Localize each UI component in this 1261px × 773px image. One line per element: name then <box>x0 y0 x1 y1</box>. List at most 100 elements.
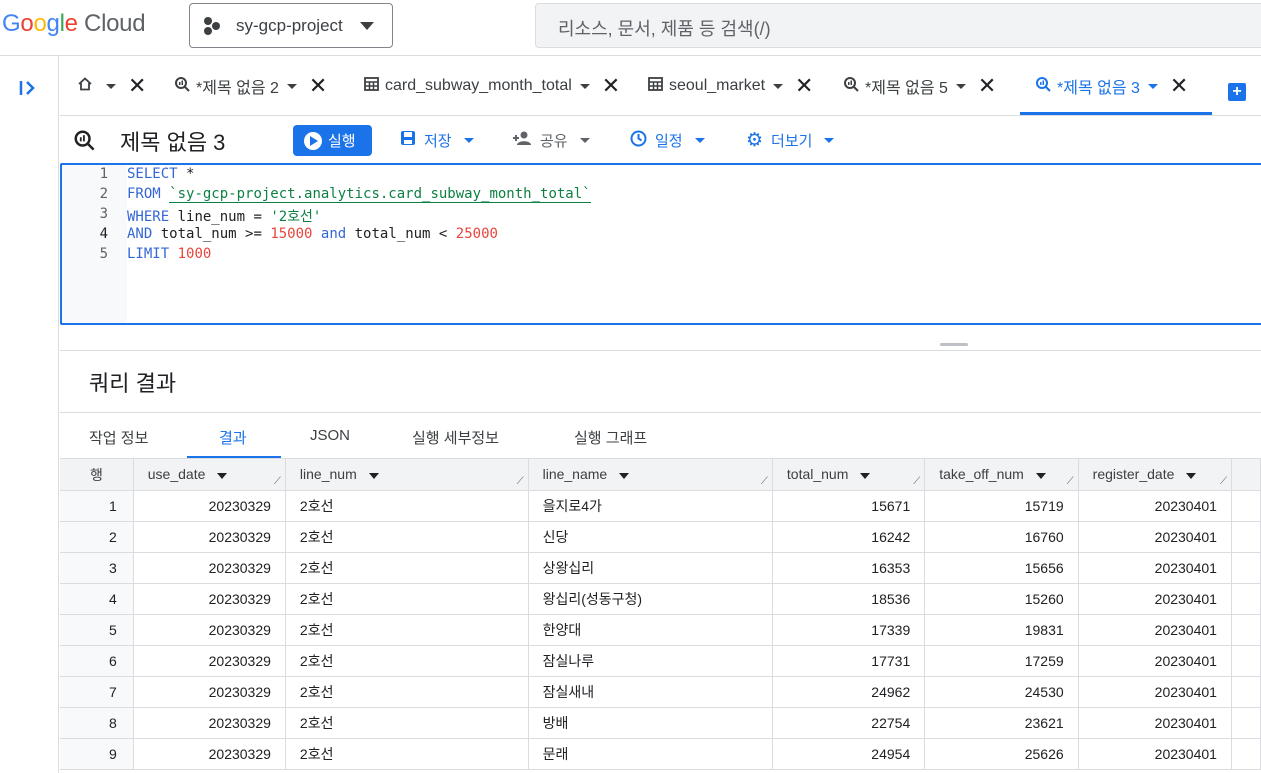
tab-execution-details[interactable]: 실행 세부정보 <box>412 427 499 448</box>
cell-register-date[interactable]: 20230401 <box>1078 552 1232 584</box>
more-button[interactable]: ⚙ 더보기 <box>746 125 835 156</box>
cell-register-date[interactable]: 20230401 <box>1078 707 1232 739</box>
table-row[interactable]: 7 20230329 2호선 잠실새내 24962 24530 20230401 <box>60 676 1261 708</box>
column-header-register-date[interactable]: register_date ⟋ <box>1078 459 1232 491</box>
resize-handle-icon[interactable]: ⟋ <box>517 476 524 487</box>
chevron-down-icon[interactable] <box>1186 472 1197 479</box>
cell-register-date[interactable]: 20230401 <box>1078 738 1232 770</box>
run-button[interactable]: 실행 <box>293 125 372 156</box>
table-row[interactable]: 5 20230329 2호선 한양대 17339 19831 20230401 <box>60 614 1261 646</box>
google-cloud-logo[interactable]: Google Cloud <box>2 10 146 38</box>
drag-handle[interactable] <box>940 343 968 346</box>
cell-use-date[interactable]: 20230329 <box>133 583 286 615</box>
cell-line-name[interactable]: 문래 <box>528 738 773 770</box>
table-row[interactable]: 4 20230329 2호선 왕십리(성동구청) 18536 15260 20230401 <box>60 583 1261 615</box>
cell-take-off-num[interactable]: 17259 <box>924 645 1079 677</box>
table-row[interactable]: 9 20230329 2호선 문래 24954 25626 20230401 <box>60 738 1261 770</box>
close-icon[interactable]: ✕ <box>978 75 996 97</box>
save-button[interactable]: 저장 <box>400 125 474 156</box>
project-selector[interactable]: sy-gcp-project <box>189 3 393 48</box>
cell-line-name[interactable]: 잠실나루 <box>528 645 773 677</box>
cell-take-off-num[interactable]: 24530 <box>924 676 1079 708</box>
tab-query-3[interactable]: *제목 없음 3 ✕ <box>1035 56 1188 116</box>
chevron-down-icon[interactable] <box>860 472 871 479</box>
resize-handle-icon[interactable]: ⟋ <box>274 476 281 487</box>
search-input[interactable]: 리소스, 문서, 제품 등 검색(/) <box>535 3 1261 48</box>
cell-line-name[interactable]: 왕십리(성동구청) <box>528 583 773 615</box>
query-title[interactable]: 제목 없음 3 <box>120 125 225 157</box>
tab-json[interactable]: JSON <box>310 427 350 444</box>
cell-register-date[interactable]: 20230401 <box>1078 490 1232 522</box>
cell-total-num[interactable]: 16353 <box>772 552 926 584</box>
cell-register-date[interactable]: 20230401 <box>1078 583 1232 615</box>
tab-card-subway-month-total[interactable]: card_subway_month_total ✕ <box>364 56 620 116</box>
chevron-down-icon[interactable] <box>1035 472 1046 479</box>
cell-total-num[interactable]: 17731 <box>772 645 926 677</box>
cell-use-date[interactable]: 20230329 <box>133 645 286 677</box>
sql-editor[interactable]: 1 2 3 4 5 SELECT * FROM `sy-gcp-project.… <box>60 163 1261 325</box>
cell-line-num[interactable]: 2호선 <box>285 645 529 677</box>
resize-splitter[interactable] <box>60 326 1261 351</box>
close-icon[interactable]: ✕ <box>602 75 620 97</box>
column-header-use-date[interactable]: use_date ⟋ <box>133 459 286 491</box>
cell-line-name[interactable]: 을지로4가 <box>528 490 773 522</box>
cell-take-off-num[interactable]: 23621 <box>924 707 1079 739</box>
resize-handle-icon[interactable]: ⟋ <box>1067 476 1074 487</box>
close-icon[interactable]: ✕ <box>309 75 327 97</box>
chevron-down-icon[interactable] <box>773 83 784 89</box>
cell-use-date[interactable]: 20230329 <box>133 676 286 708</box>
column-header-line-num[interactable]: line_num ⟋ <box>285 459 529 491</box>
cell-use-date[interactable]: 20230329 <box>133 490 286 522</box>
column-header-line-name[interactable]: line_name ⟋ <box>528 459 773 491</box>
cell-line-name[interactable]: 방배 <box>528 707 773 739</box>
cell-use-date[interactable]: 20230329 <box>133 738 286 770</box>
new-tab-icon[interactable]: + <box>1228 83 1246 101</box>
cell-line-num[interactable]: 2호선 <box>285 552 529 584</box>
cell-take-off-num[interactable]: 15260 <box>924 583 1079 615</box>
tab-results[interactable]: 결과 <box>219 427 247 448</box>
table-row[interactable]: 2 20230329 2호선 신당 16242 16760 20230401 <box>60 521 1261 553</box>
column-header-take-off-num[interactable]: take_off_num ⟋ <box>924 459 1079 491</box>
cell-use-date[interactable]: 20230329 <box>133 614 286 646</box>
tab-execution-graph[interactable]: 실행 그래프 <box>574 427 647 448</box>
cell-register-date[interactable]: 20230401 <box>1078 521 1232 553</box>
cell-line-name[interactable]: 잠실새내 <box>528 676 773 708</box>
cell-total-num[interactable]: 18536 <box>772 583 926 615</box>
cell-line-name[interactable]: 신당 <box>528 521 773 553</box>
table-row[interactable]: 8 20230329 2호선 방배 22754 23621 20230401 <box>60 707 1261 739</box>
cell-register-date[interactable]: 20230401 <box>1078 676 1232 708</box>
cell-total-num[interactable]: 24962 <box>772 676 926 708</box>
chevron-down-icon[interactable] <box>368 472 379 479</box>
cell-line-num[interactable]: 2호선 <box>285 583 529 615</box>
cell-take-off-num[interactable]: 25626 <box>924 738 1079 770</box>
cell-line-name[interactable]: 상왕십리 <box>528 552 773 584</box>
cell-take-off-num[interactable]: 16760 <box>924 521 1079 553</box>
tab-query-5[interactable]: *제목 없음 5 ✕ <box>843 56 996 116</box>
cell-line-num[interactable]: 2호선 <box>285 707 529 739</box>
chevron-down-icon[interactable] <box>286 83 297 89</box>
tab-seoul-market[interactable]: seoul_market ✕ <box>648 56 813 116</box>
cell-line-num[interactable]: 2호선 <box>285 521 529 553</box>
cell-line-num[interactable]: 2호선 <box>285 676 529 708</box>
cell-line-num[interactable]: 2호선 <box>285 738 529 770</box>
cell-total-num[interactable]: 17339 <box>772 614 926 646</box>
table-row[interactable]: 1 20230329 2호선 을지로4가 15671 15719 20230401 <box>60 490 1261 522</box>
schedule-button[interactable]: 일정 <box>630 125 705 156</box>
tab-query-2[interactable]: *제목 없음 2 ✕ <box>174 56 327 116</box>
cell-total-num[interactable]: 15671 <box>772 490 926 522</box>
tab-job-info[interactable]: 작업 정보 <box>89 427 148 448</box>
cell-total-num[interactable]: 24954 <box>772 738 926 770</box>
chevron-down-icon[interactable] <box>619 472 630 479</box>
close-icon[interactable]: ✕ <box>1170 75 1188 97</box>
chevron-down-icon[interactable] <box>1147 83 1158 89</box>
resize-handle-icon[interactable]: ⟋ <box>761 476 768 487</box>
chevron-down-icon[interactable] <box>955 83 966 89</box>
cell-use-date[interactable]: 20230329 <box>133 521 286 553</box>
close-icon[interactable]: ✕ <box>128 75 146 97</box>
resize-handle-icon[interactable]: ⟋ <box>913 476 920 487</box>
table-row[interactable]: 3 20230329 2호선 상왕십리 16353 15656 20230401 <box>60 552 1261 584</box>
cell-take-off-num[interactable]: 15719 <box>924 490 1079 522</box>
cell-line-num[interactable]: 2호선 <box>285 614 529 646</box>
cell-register-date[interactable]: 20230401 <box>1078 645 1232 677</box>
table-reference-link[interactable]: `sy-gcp-project.analytics.card_subway_mo… <box>169 186 591 203</box>
